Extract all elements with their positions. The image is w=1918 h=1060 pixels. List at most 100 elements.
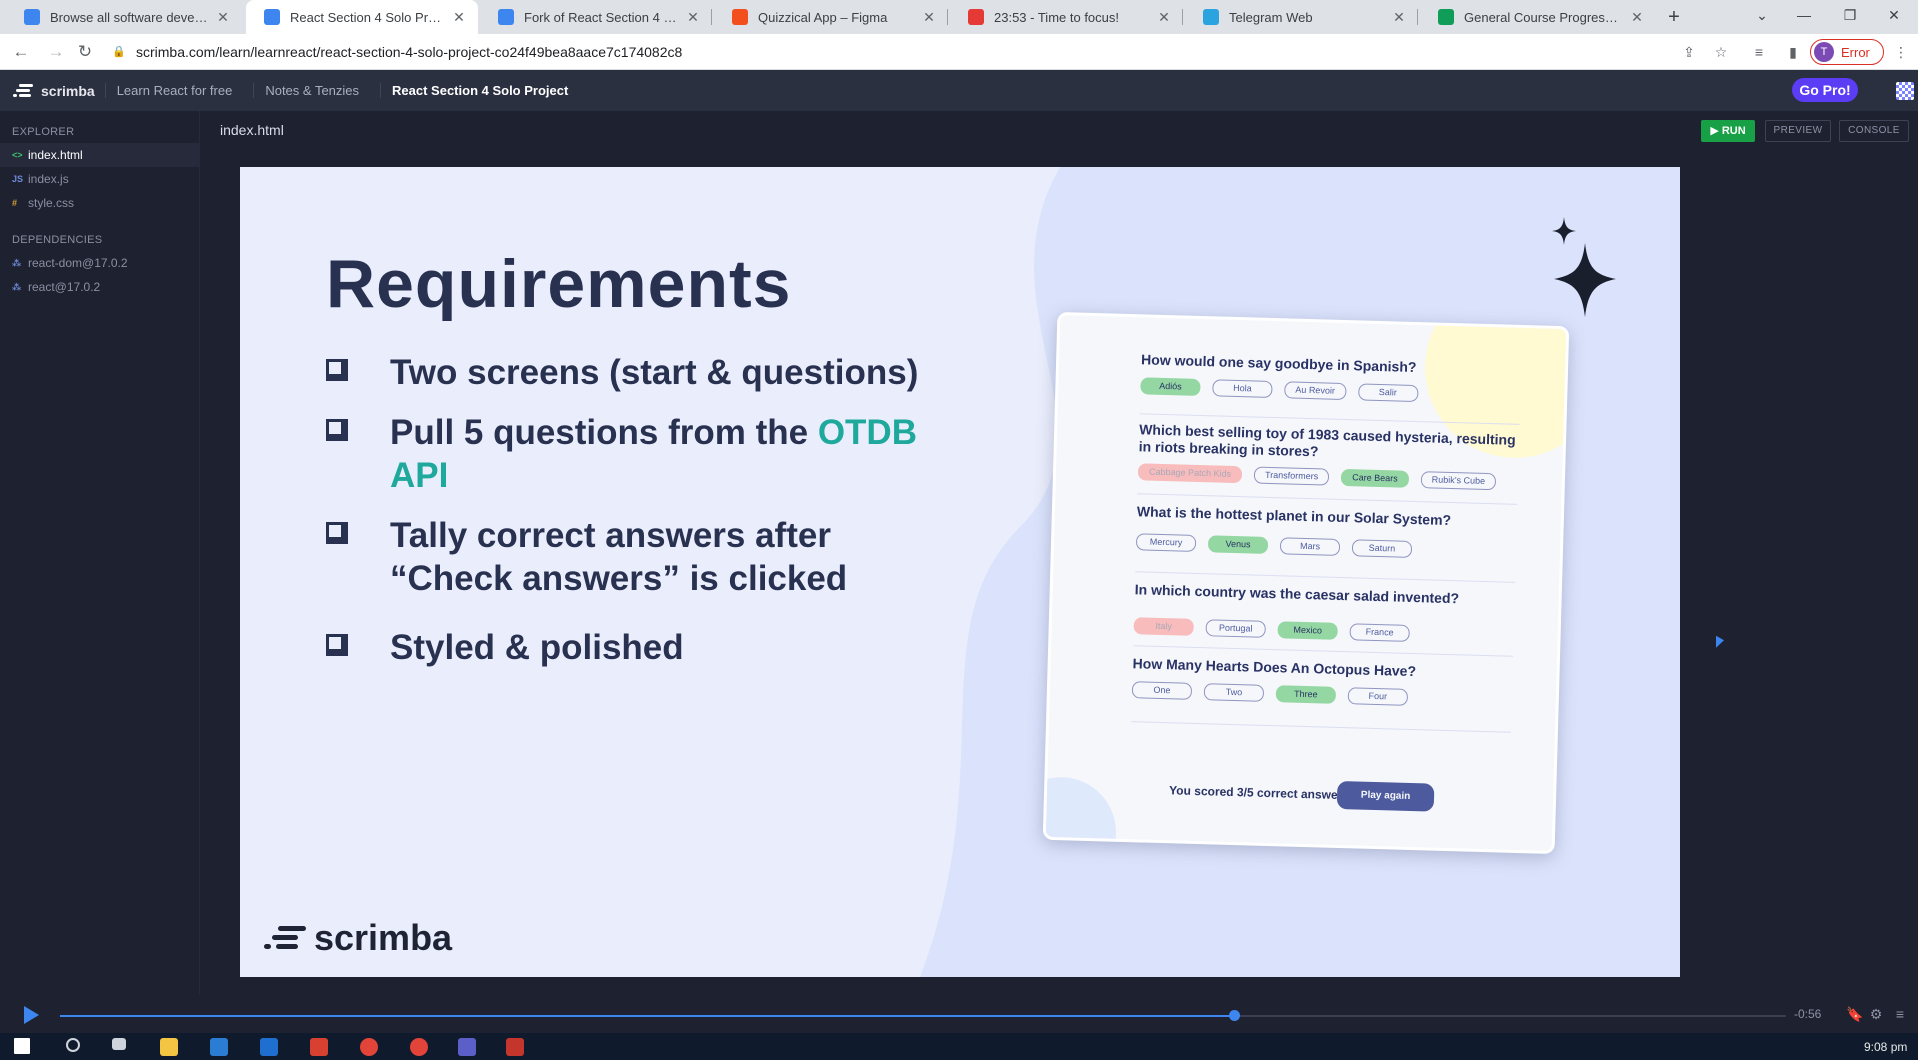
dependency-item[interactable]: ⁂ react@17.0.2: [0, 275, 199, 299]
tab-title: Fork of React Section 4 Solo Pro: [524, 9, 678, 25]
side-panel-icon[interactable]: ▮: [1782, 41, 1804, 63]
new-tab-button[interactable]: +: [1661, 4, 1687, 30]
close-tab-icon[interactable]: ✕: [920, 9, 938, 26]
address-bar[interactable]: 🔒 scrimba.com/learn/learnreact/react-sec…: [108, 38, 1708, 66]
close-tab-icon[interactable]: ✕: [1628, 9, 1646, 26]
remaining-time: -0:56: [1794, 1007, 1822, 1021]
close-tab-icon[interactable]: ✕: [1155, 9, 1173, 26]
quiz-answer-option: Mexico: [1277, 621, 1338, 640]
browser-toolbar: ← → ↻ 🔒 scrimba.com/learn/learnreact/rea…: [0, 34, 1918, 70]
quiz-answer-option: Transformers: [1253, 466, 1330, 486]
mail-icon[interactable]: [260, 1038, 278, 1056]
lock-icon: 🔒: [112, 46, 126, 58]
go-pro-button[interactable]: Go Pro!: [1792, 78, 1858, 102]
store-icon[interactable]: [210, 1038, 228, 1056]
close-window-button[interactable]: ✕: [1872, 0, 1916, 30]
settings-gear-icon[interactable]: ⚙: [1868, 1006, 1884, 1022]
more-menu-icon[interactable]: ⋮: [1890, 41, 1912, 63]
breadcrumb-course[interactable]: Learn React for free: [104, 83, 244, 98]
minimize-button[interactable]: —: [1782, 0, 1826, 30]
browser-tab[interactable]: Telegram Web ✕: [1185, 0, 1418, 34]
quiz-answer-option: France: [1349, 623, 1410, 642]
tab-separator: [1182, 9, 1183, 25]
menu-icon[interactable]: ≡: [1892, 1006, 1908, 1022]
quiz-answer-option: One: [1131, 681, 1193, 700]
quiz-options: Cabbage Patch Kids Transformers Care Bears…: [1137, 463, 1497, 491]
windows-start-icon[interactable]: [14, 1038, 30, 1054]
breadcrumb-lesson: React Section 4 Solo Project: [380, 83, 579, 98]
browser-tab-strip: + ⌄ — ❐ ✕ Browse all software developmen…: [0, 0, 1918, 34]
breadcrumb-module[interactable]: Notes & Tenzies: [253, 83, 370, 98]
file-item[interactable]: # style.css: [0, 191, 199, 215]
requirement-item: Two screens (start & questions): [326, 351, 950, 394]
close-tab-icon[interactable]: ✕: [1390, 9, 1408, 26]
preview-button[interactable]: PREVIEW: [1765, 120, 1831, 142]
chrome-profile-icon[interactable]: [410, 1038, 428, 1056]
search-icon[interactable]: [66, 1038, 80, 1052]
question-divider: [1133, 645, 1514, 657]
scrim-player: -0:56 🔖 ⚙ ≡: [0, 995, 1918, 1033]
restore-button[interactable]: ❐: [1828, 0, 1872, 30]
requirement-text: Two screens (start & questions): [390, 351, 950, 394]
playback-scrubber-handle[interactable]: [1228, 1010, 1240, 1021]
url-text: scrimba.com/learn/learnreact/react-secti…: [136, 44, 683, 60]
file-item[interactable]: <> index.html: [0, 143, 199, 167]
bookmark-star-icon[interactable]: ☆: [1710, 41, 1732, 63]
grid-menu-icon[interactable]: [1896, 82, 1914, 100]
play-icon[interactable]: [24, 1006, 39, 1024]
forward-icon[interactable]: →: [44, 40, 68, 64]
telegram-icon: [1203, 9, 1219, 25]
explorer-heading: EXPLORER: [12, 126, 75, 138]
tab-title: Telegram Web: [1229, 9, 1313, 25]
requirement-item: Pull 5 questions from the OTDB API: [326, 411, 950, 497]
dependency-name: react-dom@17.0.2: [28, 256, 128, 270]
requirement-label: Tally correct answers after “Check answe…: [390, 516, 848, 598]
close-tab-icon[interactable]: ✕: [684, 9, 702, 26]
back-icon[interactable]: ←: [9, 40, 33, 64]
browser-tab[interactable]: Fork of React Section 4 Solo Pro ✕: [480, 0, 712, 34]
active-file-tab[interactable]: index.html: [220, 122, 284, 138]
browser-tab[interactable]: General Course Progression - Go ✕: [1420, 0, 1656, 34]
close-tab-icon[interactable]: ✕: [450, 9, 468, 26]
active-app-icon[interactable]: [506, 1038, 524, 1056]
checkbox-icon: [326, 522, 348, 544]
quiz-answer-option: Cabbage Patch Kids: [1137, 463, 1243, 484]
quiz-answer-option: Au Revoir: [1284, 381, 1347, 401]
requirement-item: Tally correct answers after “Check answe…: [326, 514, 950, 600]
dependency-item[interactable]: ⁂ react-dom@17.0.2: [0, 251, 199, 275]
quiz-answer-option: Mercury: [1135, 533, 1197, 552]
requirement-label: Two screens (start & questions): [390, 353, 919, 392]
tab-title: Browse all software developmen: [50, 9, 208, 25]
quiz-answer-option: Three: [1275, 685, 1337, 704]
browser-tab[interactable]: Quizzical App – Figma ✕: [714, 0, 948, 34]
file-item[interactable]: JS index.js: [0, 167, 199, 191]
tab-title: Quizzical App – Figma: [758, 9, 888, 25]
reload-icon[interactable]: ↻: [73, 40, 97, 64]
task-view-icon[interactable]: [112, 1038, 126, 1050]
tab-search-icon[interactable]: ⌄: [1740, 0, 1784, 30]
dependency-name: react@17.0.2: [28, 280, 101, 294]
share-icon[interactable]: ⇪: [1678, 41, 1700, 63]
teams-icon[interactable]: [458, 1038, 476, 1056]
profile-button[interactable]: T Error: [1810, 39, 1884, 65]
sparkle-icon: [1552, 217, 1616, 317]
browser-tab[interactable]: Browse all software developmen ✕: [6, 0, 242, 34]
quiz-answer-option: Italy: [1133, 617, 1194, 636]
run-button[interactable]: ▶ RUN: [1701, 120, 1755, 142]
scrimba-logo[interactable]: scrimba: [13, 83, 95, 99]
playback-progress-fill: [60, 1015, 1234, 1017]
media-icon[interactable]: ≡: [1748, 41, 1770, 63]
requirement-label: Styled & polished: [390, 628, 684, 667]
close-tab-icon[interactable]: ✕: [214, 9, 232, 26]
file-explorer-icon[interactable]: [160, 1038, 178, 1056]
console-button[interactable]: CONSOLE: [1839, 120, 1909, 142]
profile-status: Error: [1841, 44, 1870, 60]
playback-progress-track[interactable]: [60, 1015, 1786, 1017]
browser-tab[interactable]: React Section 4 Solo Project ✕: [246, 0, 478, 34]
slide-scrimba-text: scrimba: [314, 917, 453, 958]
office-icon[interactable]: [310, 1038, 328, 1056]
browser-tab[interactable]: 23:53 - Time to focus! ✕: [950, 0, 1183, 34]
chrome-icon[interactable]: [360, 1038, 378, 1056]
question-divider: [1137, 493, 1518, 505]
bookmark-icon[interactable]: 🔖: [1846, 1006, 1863, 1022]
